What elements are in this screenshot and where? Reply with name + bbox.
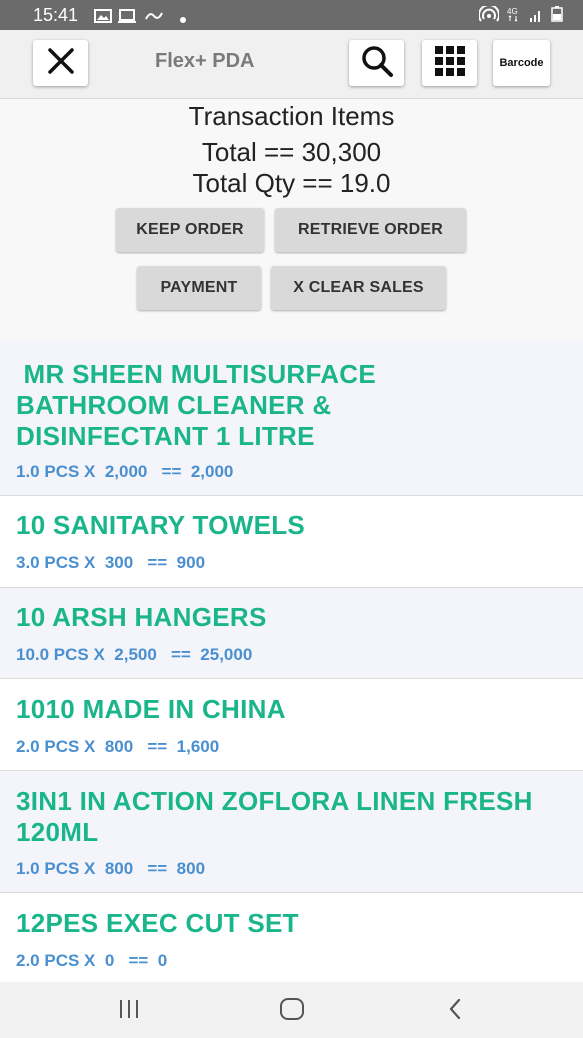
item-detail: 10.0 PCS X 2,500 == 25,000 [16,645,253,664]
home-icon[interactable] [279,997,305,1026]
retrieve-order-button[interactable]: RETRIEVE ORDER [275,208,466,252]
list-item[interactable]: 3IN1 IN ACTION ZOFLORA LINEN FRESH 120ML… [0,771,583,893]
item-name: 12PES EXEC CUT SET [16,908,299,938]
grid-icon [433,44,467,83]
item-name: 3IN1 IN ACTION ZOFLORA LINEN FRESH 120ML [16,786,533,847]
search-button[interactable] [349,40,404,86]
4g-icon: 4G [507,6,521,27]
battery-icon [551,6,563,27]
summary-total: Total == 30,300 [201,137,382,167]
svg-text:4G: 4G [507,7,518,16]
item-detail: 2.0 PCS X 0 == 0 [16,951,168,970]
item-detail: 3.0 PCS X 300 == 900 [16,553,206,572]
barcode-button[interactable]: Barcode [493,40,550,86]
item-detail: 1.0 PCS X 2,000 == 2,000 [16,462,234,481]
signal-icon [529,6,543,27]
list-item[interactable]: 1010 MADE IN CHINA 2.0 PCS X 800 == 1,60… [0,679,583,771]
item-name: MR SHEEN MULTISURFACE BATHROOM CLEANER &… [16,359,384,451]
barcode-label: Barcode [499,57,544,69]
clear-sales-button[interactable]: X CLEAR SALES [271,266,446,310]
keep-order-button[interactable]: KEEP ORDER [116,208,264,252]
summary-total-qty: Total Qty == 19.0 [192,168,391,198]
list-item[interactable]: 10 SANITARY TOWELS 3.0 PCS X 300 == 900 [0,496,583,588]
close-button[interactable] [33,40,88,86]
item-detail: 2.0 PCS X 800 == 1,600 [16,737,220,756]
item-name: 10 ARSH HANGERS [16,602,267,632]
menu-grid-button[interactable] [422,40,477,86]
image-icon [94,7,112,28]
item-detail: 1.0 PCS X 800 == 800 [16,859,206,878]
dot-icon [180,7,186,28]
close-icon [46,46,76,81]
list-item[interactable]: 10 ARSH HANGERS 10.0 PCS X 2,500 == 25,0… [0,588,583,679]
status-bar: 15:41 4G [0,0,583,30]
recents-icon[interactable] [118,999,140,1024]
item-name: 1010 MADE IN CHINA [16,694,286,724]
link-icon [144,7,164,28]
back-icon[interactable] [447,997,463,1026]
search-icon [360,44,394,83]
list-item[interactable]: MR SHEEN MULTISURFACE BATHROOM CLEANER &… [0,339,583,496]
status-time: 15:41 [33,5,79,25]
hotspot-icon [478,4,500,27]
cast-icon [118,7,138,28]
summary-title: Transaction Items [188,101,395,131]
payment-button[interactable]: PAYMENT [137,266,261,310]
item-name: 10 SANITARY TOWELS [16,510,306,540]
app-title: Flex+ PDA [155,50,255,72]
system-nav-bar [0,982,583,1038]
list-item[interactable]: 12PES EXEC CUT SET 2.0 PCS X 0 == 0 [0,893,583,982]
